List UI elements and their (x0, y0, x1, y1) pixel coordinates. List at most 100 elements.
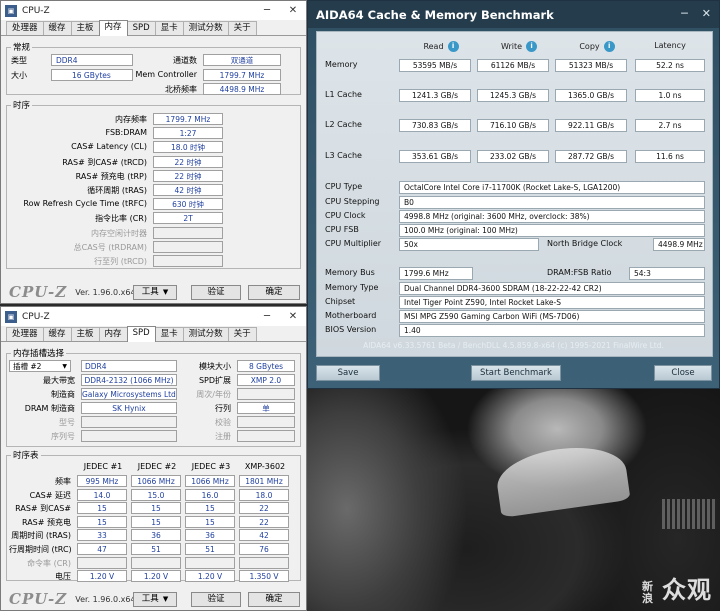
timing-label: 总CAS号 (tRDRAM) (73, 242, 147, 252)
aida-title: AIDA64 Cache & Memory Benchmark (316, 7, 554, 22)
close-icon[interactable]: ✕ (280, 1, 306, 20)
tab-mainboard[interactable]: 主板 (70, 327, 100, 341)
minimize-icon[interactable]: ─ (254, 1, 280, 20)
close-icon[interactable]: ✕ (280, 307, 306, 326)
module-size-value: 8 GBytes (237, 360, 295, 372)
tab-memory[interactable]: 内存 (98, 20, 128, 36)
tab-caches[interactable]: 缓存 (42, 327, 72, 341)
tab-mainboard[interactable]: 主板 (70, 21, 100, 35)
tab-memory[interactable]: 内存 (98, 327, 128, 341)
cpu-type-label: CPU Type (325, 182, 363, 191)
timing-label: 内存频率 (115, 115, 147, 124)
aida-footer: AIDA64 v6.33.5761 Beta / BenchDLL 4.5.85… (363, 341, 664, 350)
check-value (237, 416, 295, 428)
info-icon[interactable]: i (447, 41, 459, 52)
bench-write-value: 61126 MB/s (477, 59, 549, 72)
max-bandwidth-label: 最大带宽 (43, 376, 75, 385)
timing-cell: 22 (239, 515, 289, 528)
ranks-value: 单 (237, 402, 295, 414)
tab-spd[interactable]: SPD (126, 21, 156, 35)
minimize-icon[interactable]: ─ (254, 307, 280, 326)
serial-label: 序列号 (51, 432, 75, 441)
bench-row-label: L3 Cache (325, 151, 362, 160)
tab-cpu[interactable]: 处理器 (6, 21, 44, 35)
tab-about[interactable]: 关于 (227, 327, 257, 341)
info-icon[interactable]: i (603, 41, 615, 52)
start-benchmark-button[interactable]: Start Benchmark (471, 365, 561, 381)
tools-button[interactable]: 工具 ▼ (133, 285, 177, 300)
bench-copy-value: 51323 MB/s (555, 59, 627, 72)
timing-cell: 15 (77, 502, 127, 515)
cpu-type-value: OctalCore Intel Core i7-11700K (Rocket L… (399, 181, 705, 194)
bench-latency-value: 11.6 ns (635, 150, 705, 163)
tab-bench[interactable]: 测试分数 (182, 21, 229, 35)
timing-label: 循环周期 (tRAS) (87, 186, 147, 195)
watermark: 新浪 众观 (642, 570, 712, 605)
cpu-multiplier-label: CPU Multiplier (325, 239, 382, 248)
col-read-header: Read i (401, 41, 481, 52)
tools-button[interactable]: 工具 ▼ (133, 592, 177, 607)
timing-cell: 1066 MHz (131, 475, 181, 487)
nb-freq-value: 4498.9 MHz (203, 83, 281, 95)
size-value: 16 GBytes (51, 69, 133, 81)
cpu-stepping-value: B0 (399, 196, 705, 209)
tools-button-label: 工具 (141, 287, 159, 297)
timing-table-legend: 时序表 (13, 451, 39, 461)
chipset-label: Chipset (325, 297, 356, 306)
timing-cell: 15.0 (131, 488, 181, 501)
timing-cell: 76 (239, 543, 289, 555)
timing-row-label: 频率 (55, 477, 71, 486)
version-label: Ver. 1.96.0.x64 (75, 287, 136, 297)
timing-cell: 33 (77, 529, 127, 542)
timing-cell: 47 (77, 543, 127, 555)
chevron-down-icon: ▼ (162, 595, 169, 603)
slot-group: 内存插槽选择 插槽 #2 ▼ DDR4 模块大小 8 GBytes 最大带宽 DD… (6, 347, 301, 447)
tab-about[interactable]: 关于 (227, 21, 257, 35)
mem-type-label: Memory Type (325, 283, 379, 292)
timing-cell (239, 556, 289, 569)
tab-cpu[interactable]: 处理器 (6, 327, 44, 341)
timing-cell: 15 (185, 515, 235, 528)
tab-graphics[interactable]: 显卡 (154, 21, 184, 35)
part-label: 型号 (59, 418, 75, 427)
close-icon[interactable]: ✕ (702, 7, 711, 20)
memctrl-value: 1799.7 MHz (203, 69, 281, 81)
ok-button[interactable]: 确定 (248, 285, 300, 300)
timing-row-label: CAS# 延迟 (29, 490, 71, 500)
info-icon[interactable]: i (526, 41, 538, 52)
watermark-main: 众观 (662, 576, 712, 604)
timing-cell: 1066 MHz (185, 475, 235, 487)
close-button[interactable]: Close (654, 365, 712, 381)
timing-column-header: JEDEC #1 (83, 462, 123, 471)
tab-spd[interactable]: SPD (126, 326, 156, 342)
timing-label: CAS# Latency (CL) (71, 142, 147, 152)
save-button[interactable]: Save (316, 365, 380, 381)
bottom-bar: CPU-Z Ver. 1.96.0.x64 工具 ▼ 验证 确定 (1, 281, 306, 303)
slot-select[interactable]: 插槽 #2 ▼ (9, 360, 71, 372)
validate-button[interactable]: 验证 (191, 592, 241, 607)
tab-graphics[interactable]: 显卡 (154, 327, 184, 341)
maker-label: 制造商 (51, 390, 75, 399)
motherboard-label: Motherboard (325, 311, 377, 320)
background-photo: 新浪 众观 (307, 389, 720, 611)
bios-label: BIOS Version (325, 325, 377, 334)
check-label: 校验 (215, 418, 231, 427)
serial-value (81, 430, 177, 442)
col-latency-header: Latency (654, 41, 686, 50)
tab-bench[interactable]: 测试分数 (182, 327, 229, 341)
title-bar: ▣ CPU-Z ─ ✕ (1, 1, 306, 20)
timing-label: 行至列 (tRCD) (94, 257, 147, 266)
nb-clock-label: North Bridge Clock (547, 239, 623, 248)
bench-latency-value: 2.7 ns (635, 119, 705, 132)
max-bandwidth-value: DDR4-2132 (1066 MHz) (81, 374, 177, 386)
chevron-down-icon: ▼ (62, 363, 67, 370)
bench-read-value: 1241.3 GB/s (399, 89, 471, 102)
minimize-icon[interactable]: ─ (681, 7, 688, 20)
tab-caches[interactable]: 缓存 (42, 21, 72, 35)
timing-cell: 1.350 V (239, 570, 289, 583)
col-copy-header: Copy i (557, 41, 637, 52)
maker-value: Galaxy Microsystems Ltd. (81, 388, 177, 400)
bench-latency-value: 1.0 ns (635, 89, 705, 102)
validate-button[interactable]: 验证 (191, 285, 241, 300)
ok-button[interactable]: 确定 (248, 592, 300, 607)
